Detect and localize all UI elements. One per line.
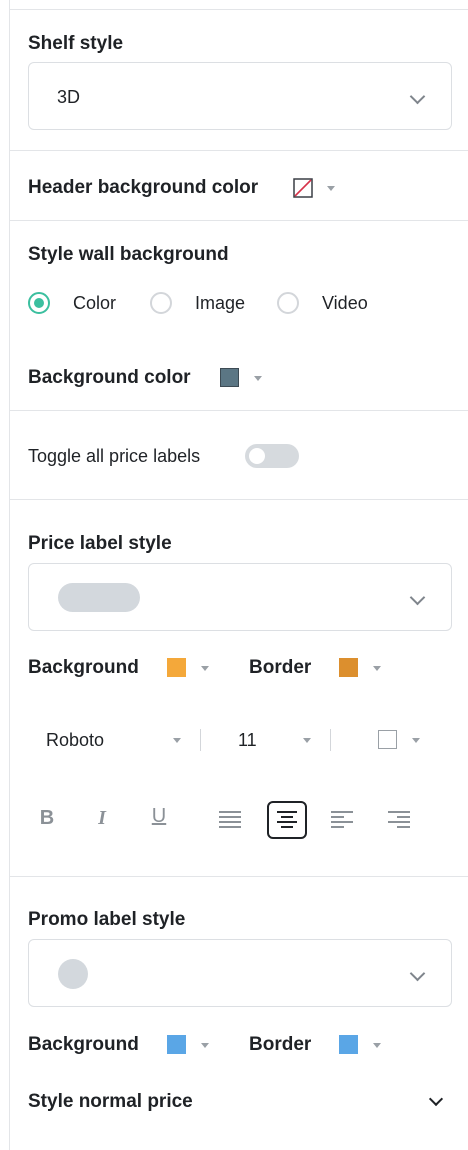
radio-selected-icon [28, 292, 50, 314]
circle-shape-preview [58, 959, 88, 989]
color-swatch [167, 658, 186, 677]
style-normal-price-label: Style normal price [28, 1091, 193, 1112]
divider [9, 9, 468, 10]
no-color-swatch-icon [293, 178, 313, 198]
promo-background-label: Background [28, 1034, 139, 1055]
promo-border-label: Border [249, 1034, 312, 1055]
font-size-dropdown[interactable]: 11 [236, 728, 316, 754]
font-family-value: Roboto [46, 730, 105, 750]
radio-color-label: Color [73, 293, 117, 313]
radio-unselected-icon [150, 292, 172, 314]
promo-border-color-picker[interactable] [339, 1034, 385, 1056]
divider [9, 499, 468, 500]
divider [9, 410, 468, 411]
divider [9, 150, 468, 151]
font-size-value: 11 [238, 730, 257, 750]
promo-background-color-picker[interactable] [167, 1034, 213, 1056]
style-normal-price-expander[interactable]: Style normal price [20, 1082, 452, 1122]
price-label-style-select[interactable] [28, 563, 452, 631]
toggle-knob [249, 448, 265, 464]
radio-image-label: Image [195, 293, 246, 313]
price-background-label: Background [28, 657, 139, 678]
price-border-label: Border [249, 657, 312, 678]
caret-down-icon [373, 1043, 381, 1048]
caret-down-icon [373, 666, 381, 671]
font-family-dropdown[interactable]: Roboto [44, 728, 189, 754]
align-left-button[interactable] [331, 811, 353, 829]
promo-label-style-label: Promo label style [28, 909, 186, 930]
radio-video-label: Video [322, 293, 368, 313]
pill-shape-preview [58, 583, 140, 612]
chevron-down-icon [409, 88, 426, 105]
background-color-picker[interactable] [220, 366, 266, 388]
chevron-down-icon [428, 1091, 444, 1107]
price-background-color-picker[interactable] [167, 657, 213, 679]
bold-button[interactable]: B [36, 807, 58, 830]
chevron-down-icon [409, 965, 426, 982]
align-center-button[interactable] [267, 801, 307, 839]
radio-unselected-icon [277, 292, 299, 314]
caret-down-icon [254, 376, 262, 381]
wall-bg-label: Style wall background [28, 244, 229, 265]
toggle-price-labels-label: Toggle all price labels [28, 446, 201, 466]
shelf-style-label: Shelf style [28, 33, 124, 54]
radio-video[interactable] [277, 290, 307, 316]
header-bg-label: Header background color [28, 177, 259, 198]
text-color-picker[interactable] [378, 729, 424, 751]
background-color-label: Background color [28, 367, 191, 388]
shelf-style-value: 3D [57, 87, 81, 107]
radio-color[interactable] [28, 290, 58, 316]
color-swatch [339, 658, 358, 677]
toolbar-separator [200, 729, 201, 751]
price-label-style-label: Price label style [28, 533, 172, 554]
header-bg-color-picker[interactable] [292, 177, 338, 199]
radio-image[interactable] [150, 290, 180, 316]
italic-button[interactable]: I [91, 807, 113, 830]
shelf-style-select[interactable]: 3D [28, 62, 452, 130]
promo-label-style-select[interactable] [28, 939, 452, 1007]
divider [9, 876, 468, 877]
underline-button[interactable]: U [148, 805, 170, 828]
color-swatch [339, 1035, 358, 1054]
caret-down-icon [201, 1043, 209, 1048]
caret-down-icon [327, 186, 335, 191]
caret-down-icon [303, 738, 311, 743]
color-swatch [378, 730, 397, 749]
chevron-down-icon [409, 589, 426, 606]
caret-down-icon [201, 666, 209, 671]
toolbar-separator [330, 729, 331, 751]
align-right-button[interactable] [388, 811, 410, 829]
caret-down-icon [173, 738, 181, 743]
align-justify-button[interactable] [219, 811, 241, 829]
align-center-icon [277, 811, 297, 828]
toggle-price-labels-switch[interactable] [245, 444, 299, 468]
caret-down-icon [412, 738, 420, 743]
color-swatch [167, 1035, 186, 1054]
price-border-color-picker[interactable] [339, 657, 385, 679]
divider [9, 220, 468, 221]
color-swatch [220, 368, 239, 387]
